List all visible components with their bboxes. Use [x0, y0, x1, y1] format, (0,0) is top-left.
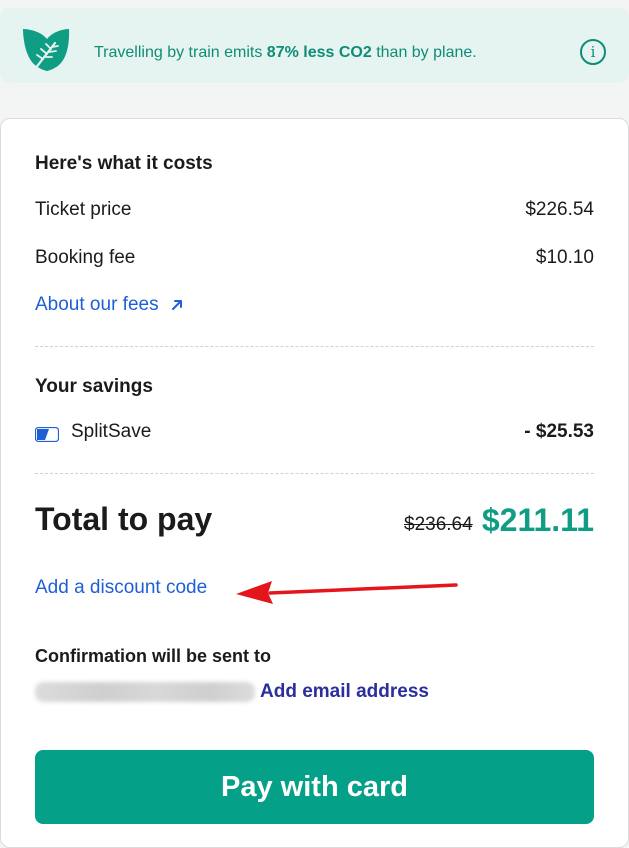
leaf-icon — [23, 29, 70, 71]
ticket-price-value: $226.54 — [525, 199, 594, 220]
costs-heading: Here's what it costs — [35, 153, 213, 174]
new-total-value: $211.11 — [481, 502, 594, 538]
splitsave-label: SplitSave — [71, 421, 152, 442]
eco-message-prefix: Travelling by train emits — [94, 44, 267, 61]
booking-fee-label: Booking fee — [35, 247, 136, 268]
about-fees-label: About our fees — [35, 294, 159, 315]
eco-message-highlight: 87% less CO2 — [266, 44, 372, 61]
external-arrow-icon — [171, 299, 182, 310]
red-arrow-annotation — [236, 581, 458, 604]
splitsave-value: - $25.53 — [524, 421, 594, 442]
add-email-address-link[interactable]: Add email address — [260, 681, 429, 703]
savings-heading: Your savings — [35, 376, 153, 397]
price-summary-card — [0, 118, 629, 848]
pay-with-card-button[interactable]: Pay with card — [35, 750, 594, 824]
confirmation-heading: Confirmation will be sent to — [35, 646, 272, 666]
eco-message-suffix: than by plane. — [371, 44, 477, 61]
eco-message: Travelling by train emits 87% less CO2 t… — [94, 44, 477, 62]
info-icon[interactable]: i — [580, 39, 606, 65]
old-total-value: $236.64 — [404, 514, 473, 535]
eco-banner: Travelling by train emits 87% less CO2 t… — [0, 8, 629, 83]
total-label: Total to pay — [35, 501, 213, 537]
about-fees-link[interactable]: About our fees — [35, 294, 184, 316]
ticket-price-label: Ticket price — [35, 199, 132, 220]
add-discount-code-link[interactable]: Add a discount code — [35, 577, 207, 599]
divider — [35, 473, 594, 474]
splitsave-icon — [35, 427, 59, 442]
booking-fee-value: $10.10 — [535, 247, 594, 268]
divider — [35, 346, 594, 347]
redacted-email — [35, 682, 255, 702]
